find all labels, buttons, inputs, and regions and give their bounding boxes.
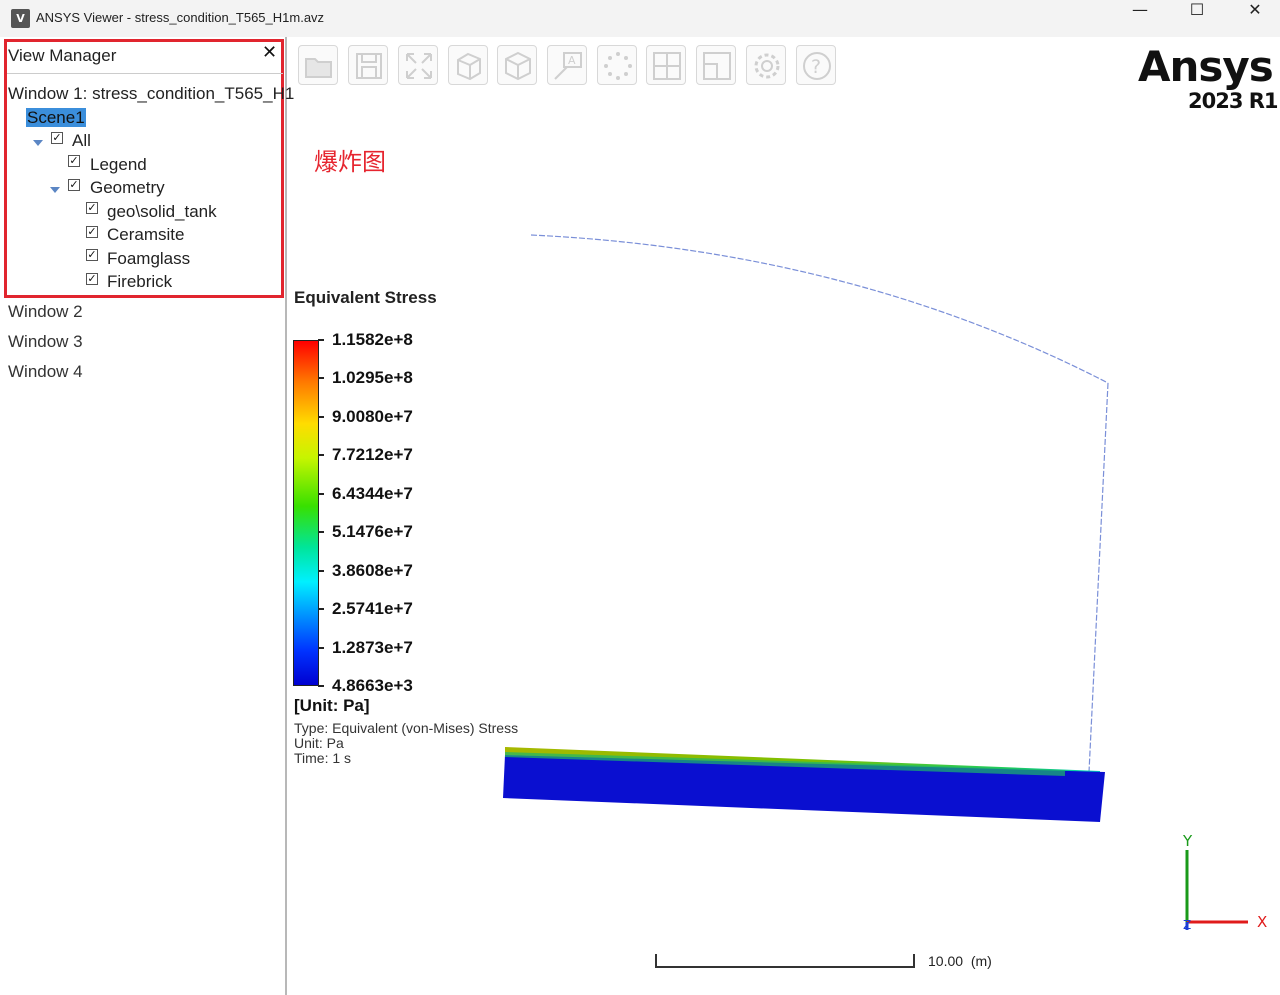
legend-tick-label: 3.8608e+7 bbox=[332, 560, 413, 580]
legend-tick-mark bbox=[318, 531, 324, 534]
legend-tick-mark bbox=[318, 646, 324, 649]
legend-tick-mark bbox=[318, 569, 324, 572]
scale-value: 10.00 bbox=[928, 953, 964, 969]
legend-tick-mark bbox=[318, 492, 324, 495]
legend-unit: [Unit: Pa] bbox=[294, 696, 370, 715]
legend-tick-mark bbox=[318, 415, 324, 418]
legend-tick-label: 1.1582e+8 bbox=[332, 330, 413, 349]
legend-tick-label: 4.8663e+3 bbox=[332, 676, 413, 695]
legend-tick-label: 9.0080e+7 bbox=[332, 406, 413, 426]
legend-colorbar bbox=[293, 340, 319, 686]
axis-z-label: Z bbox=[1183, 918, 1192, 932]
legend-tick-label: 7.7212e+7 bbox=[332, 445, 413, 465]
legend-type: Type: Equivalent (von-Mises) Stress bbox=[294, 720, 519, 736]
legend-tick-label: 5.1476e+7 bbox=[332, 522, 413, 542]
model-viewport[interactable] bbox=[0, 0, 1280, 995]
tank-wall-edge bbox=[1088, 382, 1109, 773]
legend-tick-mark bbox=[318, 685, 324, 687]
legend-title: Equivalent Stress bbox=[294, 288, 437, 307]
tank-roof-edge bbox=[530, 234, 1109, 384]
legend-tick-mark bbox=[318, 608, 324, 611]
legend-tick-mark bbox=[318, 377, 324, 380]
legend-tick-label: 2.5741e+7 bbox=[332, 599, 413, 619]
legend-tick-mark bbox=[318, 339, 324, 341]
scale-label: 10.00 (m) bbox=[928, 953, 992, 969]
axis-x-label: X bbox=[1257, 913, 1268, 931]
scale-unit: (m) bbox=[970, 953, 992, 969]
legend-time: Time: 1 s bbox=[294, 750, 352, 766]
legend-tick-label: 6.4344e+7 bbox=[332, 483, 413, 503]
scale-bar bbox=[655, 954, 915, 968]
legend-unit-line: Unit: Pa bbox=[294, 735, 344, 751]
legend-tick-label: 1.2873e+7 bbox=[332, 637, 413, 657]
legend-tick-mark bbox=[318, 454, 324, 457]
legend-tick-label: 1.0295e+8 bbox=[332, 368, 413, 388]
axis-y-label: Y bbox=[1183, 832, 1193, 850]
